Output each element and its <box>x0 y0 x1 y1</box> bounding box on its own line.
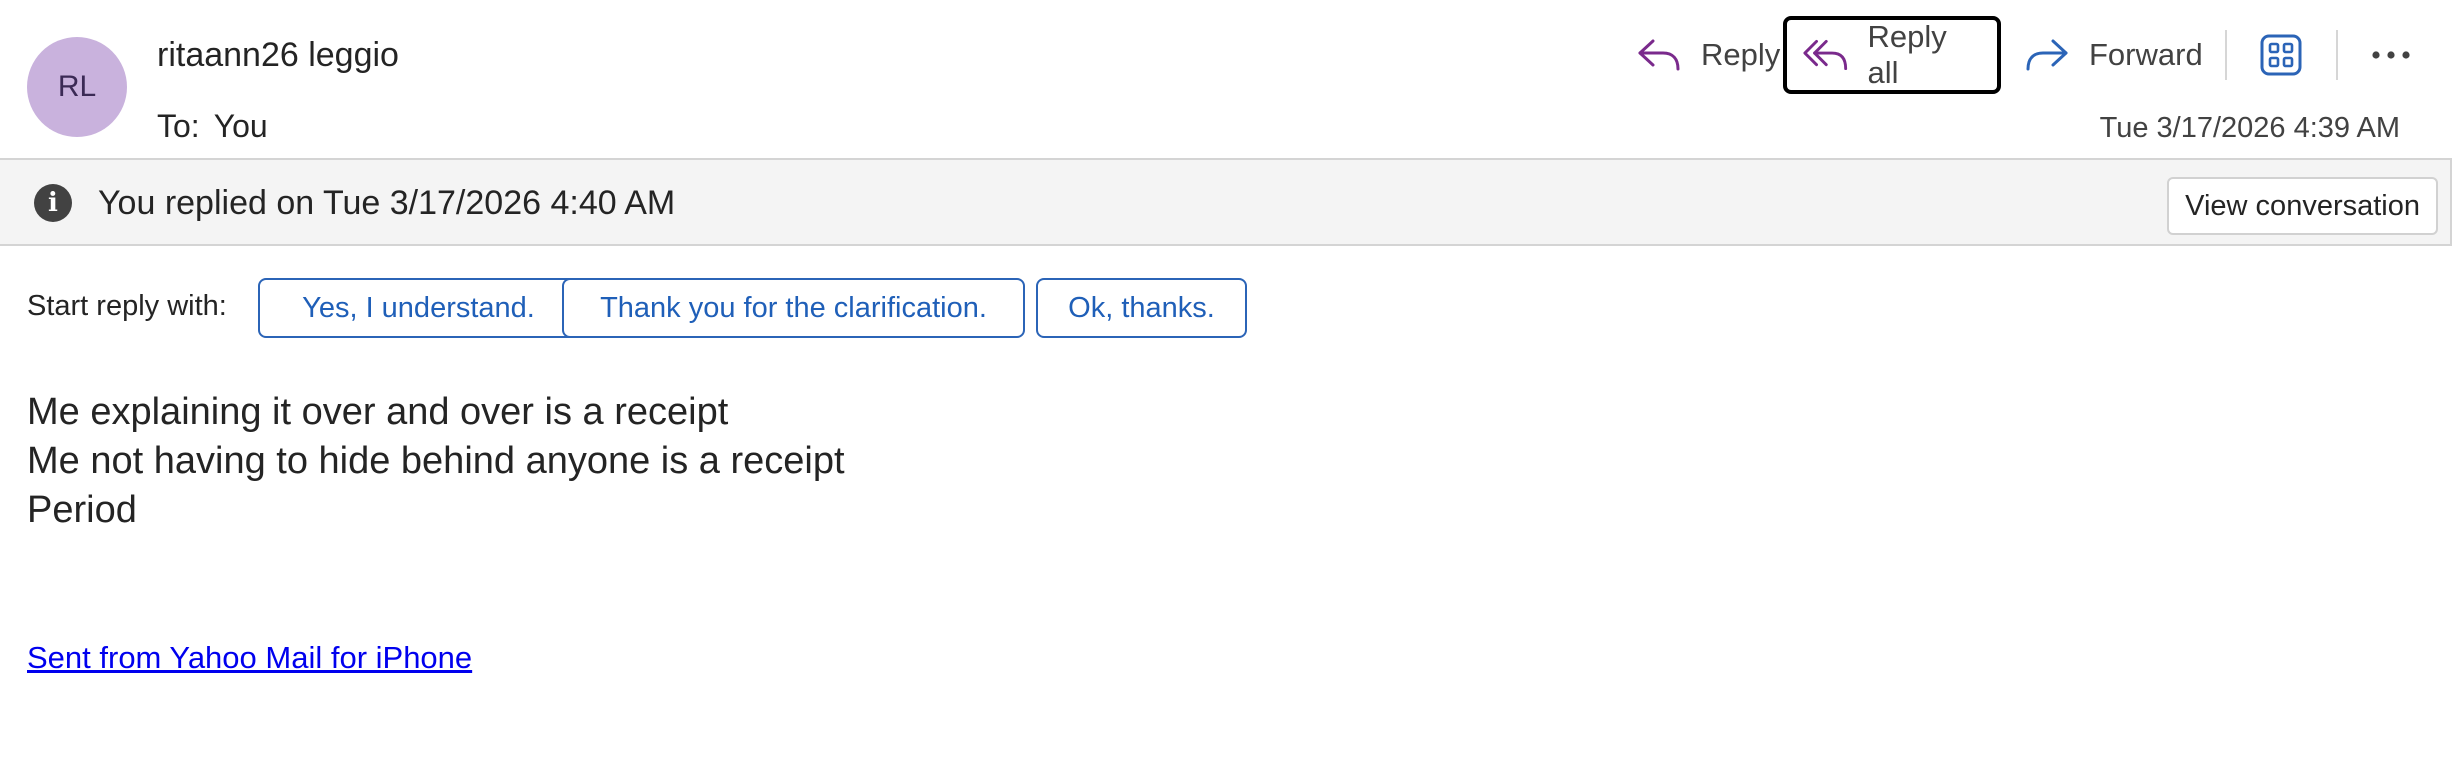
toolbar-divider <box>2336 30 2338 80</box>
reply-label: Reply <box>1701 37 1781 72</box>
more-ellipsis-icon <box>2372 51 2410 59</box>
suggested-replies-label: Start reply with: <box>27 290 227 322</box>
avatar[interactable]: RL <box>27 37 127 137</box>
replied-status-text: You replied on Tue 3/17/2026 4:40 AM <box>98 184 676 222</box>
apps-button[interactable] <box>2248 22 2314 88</box>
sender-name[interactable]: ritaann26 leggio <box>157 36 399 75</box>
suggested-reply-chip[interactable]: Thank you for the clarification. <box>562 278 1025 338</box>
message-header: RL ritaann26 leggio To: You Reply Reply a… <box>0 0 2460 158</box>
body-line: Period <box>27 489 137 531</box>
suggested-reply-chip[interactable]: Ok, thanks. <box>1036 278 1247 338</box>
reply-button[interactable]: Reply <box>1621 16 1794 94</box>
info-icon: i <box>34 184 72 222</box>
view-conversation-button[interactable]: View conversation <box>2167 177 2438 235</box>
reply-all-label: Reply all <box>1867 19 1947 90</box>
body-line: Me not having to hide behind anyone is a… <box>27 440 845 482</box>
more-actions-button[interactable] <box>2358 22 2424 88</box>
reply-all-button[interactable]: Reply all <box>1783 16 2001 94</box>
reply-arrow-icon <box>1638 39 1680 71</box>
apps-grid-icon <box>2260 34 2302 76</box>
forward-label: Forward <box>2089 37 2203 72</box>
to-label: To: <box>157 108 200 144</box>
reply-all-arrow-icon <box>1803 39 1848 71</box>
forward-arrow-icon <box>2026 39 2068 71</box>
recipient-line: To: You <box>157 108 268 145</box>
signature-link[interactable]: Sent from Yahoo Mail for iPhone <box>27 640 472 676</box>
replied-info-banner: i You replied on Tue 3/17/2026 4:40 AM V… <box>0 158 2452 246</box>
message-body: Me explaining it over and over is a rece… <box>27 388 845 535</box>
recipient-value[interactable]: You <box>214 108 268 144</box>
message-timestamp: Tue 3/17/2026 4:39 AM <box>2099 112 2400 144</box>
body-line: Me explaining it over and over is a rece… <box>27 391 729 433</box>
suggested-reply-chip[interactable]: Yes, I understand. <box>258 278 579 338</box>
toolbar-divider <box>2225 30 2227 80</box>
forward-button[interactable]: Forward <box>2009 16 2217 94</box>
